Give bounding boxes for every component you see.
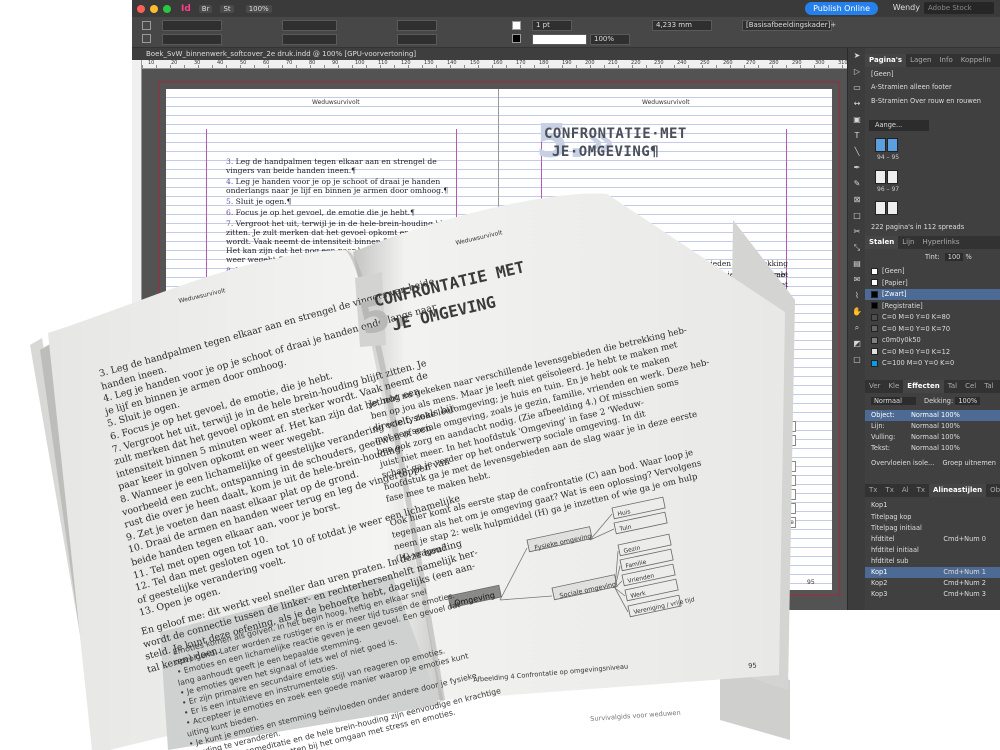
screenshot-stage: Id Br St 100% Publish Online Wendy Adobe… <box>0 0 1000 750</box>
book-page-number: 95 <box>748 661 757 670</box>
